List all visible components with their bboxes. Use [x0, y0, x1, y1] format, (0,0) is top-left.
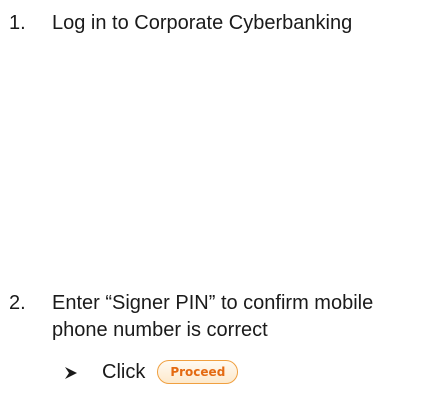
arrow-bullet-icon	[63, 364, 79, 380]
step-text: Enter “Signer PIN” to confirm mobile pho…	[52, 292, 374, 341]
sub-bullet-click-proceed: Click Proceed	[63, 358, 239, 386]
click-label: Click	[102, 360, 146, 383]
proceed-button[interactable]: Proceed	[157, 360, 239, 384]
step-text: Log in to Corporate Cyberbanking	[52, 12, 353, 34]
step-number: 1.	[9, 12, 26, 34]
step-number: 2.	[9, 292, 26, 314]
